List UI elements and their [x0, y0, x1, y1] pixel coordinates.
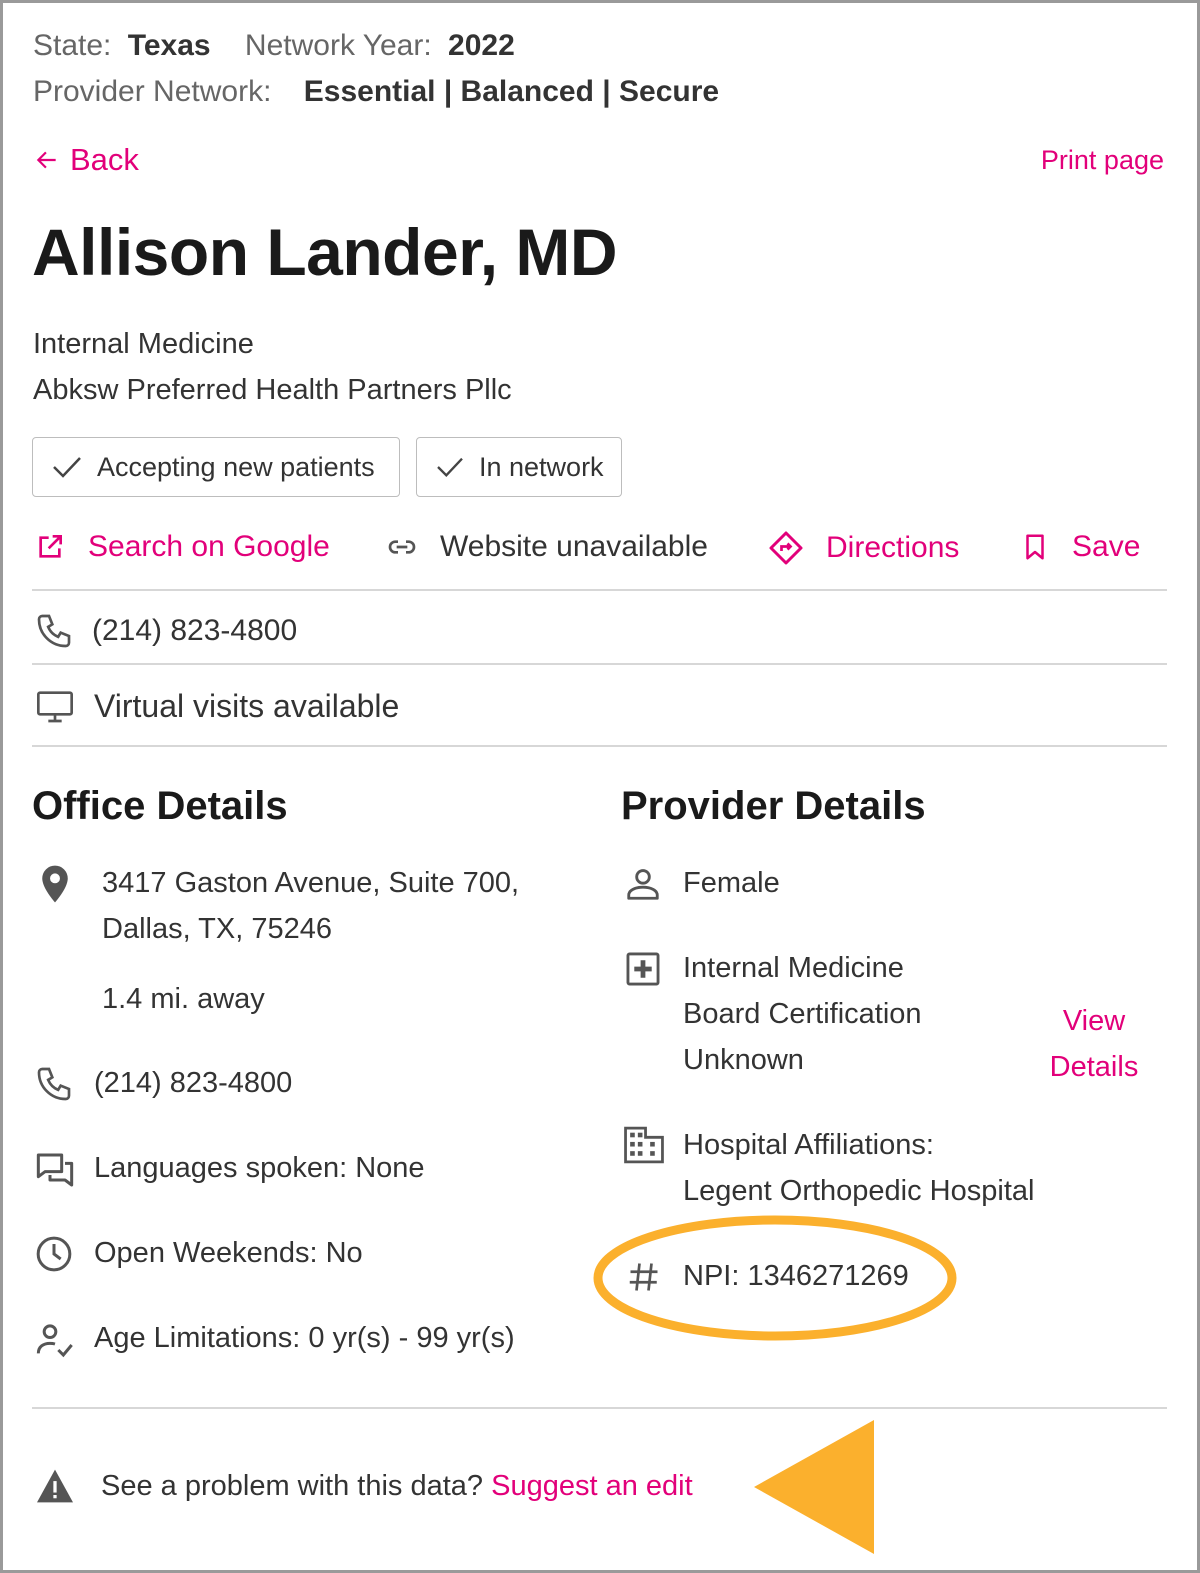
provider-practice: Abksw Preferred Health Partners Pllc	[33, 374, 512, 406]
virtual-visits-row: Virtual visits available	[34, 686, 399, 726]
hospital-affiliations-label: Hospital Affiliations:	[683, 1129, 934, 1161]
state-label: State:	[33, 29, 112, 62]
network-year-label: Network Year:	[244, 29, 432, 62]
office-details-heading: Office Details	[32, 784, 288, 828]
back-label: Back	[70, 142, 139, 177]
provider-gender: Female	[683, 867, 780, 899]
provider-network-label: Provider Network:	[33, 75, 272, 108]
in-network-badge: In network	[416, 437, 622, 497]
person-check-icon	[36, 1324, 73, 1358]
person-icon	[627, 869, 659, 900]
provider-details-heading: Provider Details	[621, 784, 926, 828]
check-icon	[437, 457, 463, 477]
arrow-left-icon	[36, 151, 56, 169]
certification-line2: Board Certification	[683, 998, 922, 1030]
provider-specialty: Internal Medicine	[33, 328, 254, 360]
building-icon	[624, 1126, 664, 1164]
warning-icon	[37, 1469, 73, 1503]
bookmark-icon	[1026, 534, 1044, 560]
office-phone[interactable]: (214) 823-4800	[94, 1067, 292, 1100]
problem-text: See a problem with this data?	[101, 1470, 484, 1502]
website-label: Website unavailable	[440, 530, 708, 563]
directions-icon	[769, 531, 803, 565]
provider-network-value: Essential | Balanced | Secure	[303, 75, 720, 108]
directions-label: Directions	[826, 531, 960, 564]
directions-link[interactable]: Directions	[768, 530, 959, 566]
office-distance: 1.4 mi. away	[102, 983, 265, 1015]
divider	[32, 1407, 1167, 1409]
external-link-icon	[39, 535, 62, 558]
search-google-link[interactable]: Search on Google	[34, 530, 330, 564]
divider	[32, 745, 1167, 747]
annotation-arrow-icon	[754, 1420, 874, 1554]
monitor-icon	[37, 691, 73, 723]
accepting-patients-badge: Accepting new patients	[32, 437, 400, 497]
link-icon	[388, 540, 416, 554]
office-address-line1: 3417 Gaston Avenue, Suite 700,	[102, 867, 520, 899]
save-label: Save	[1072, 530, 1141, 563]
back-link[interactable]: Back	[34, 142, 139, 178]
view-details-line1: View	[1062, 1005, 1126, 1037]
office-address-line2: Dallas, TX, 75246	[102, 913, 332, 945]
open-weekends: Open Weekends: No	[94, 1237, 363, 1269]
divider	[32, 663, 1167, 665]
view-details-link[interactable]: View Details	[1040, 998, 1148, 1090]
state-info: State: Texas Network Year: 2022	[33, 29, 515, 63]
problem-row: See a problem with this data? Suggest an…	[101, 1470, 693, 1503]
provider-network-info: Provider Network: Essential | Balanced |…	[33, 75, 719, 109]
accepting-patients-label: Accepting new patients	[97, 451, 375, 482]
network-year-value: 2022	[448, 29, 515, 62]
certification-line3: Unknown	[683, 1044, 804, 1076]
highlight-ellipse	[593, 1215, 957, 1341]
check-icon	[53, 457, 81, 478]
provider-name: Allison Lander, MD	[32, 215, 618, 289]
suggest-edit-link[interactable]: Suggest an edit	[491, 1470, 693, 1502]
website-unavailable: Website unavailable	[386, 530, 708, 564]
in-network-label: In network	[479, 451, 604, 482]
view-details-line2: Details	[1049, 1051, 1139, 1083]
clock-icon	[36, 1236, 72, 1272]
phone-icon	[37, 614, 71, 648]
hospital-affiliations-value: Legent Orthopedic Hospital	[683, 1175, 1035, 1207]
languages-spoken: Languages spoken: None	[94, 1152, 425, 1184]
age-limitations: Age Limitations: 0 yr(s) - 99 yr(s)	[94, 1322, 515, 1354]
virtual-visits-label: Virtual visits available	[94, 687, 400, 724]
search-google-label: Search on Google	[88, 530, 330, 563]
divider	[32, 589, 1167, 591]
medical-plus-icon	[626, 952, 660, 986]
phone-number: (214) 823-4800	[92, 614, 298, 647]
state-value: Texas	[127, 29, 211, 62]
phone-icon	[37, 1067, 71, 1101]
save-link[interactable]: Save	[1020, 530, 1140, 564]
certification-line1: Internal Medicine	[683, 952, 904, 984]
print-page-link[interactable]: Print page	[1041, 145, 1164, 176]
phone-row[interactable]: (214) 823-4800	[34, 611, 297, 651]
chat-icon	[36, 1153, 74, 1187]
location-pin-icon	[42, 865, 68, 903]
